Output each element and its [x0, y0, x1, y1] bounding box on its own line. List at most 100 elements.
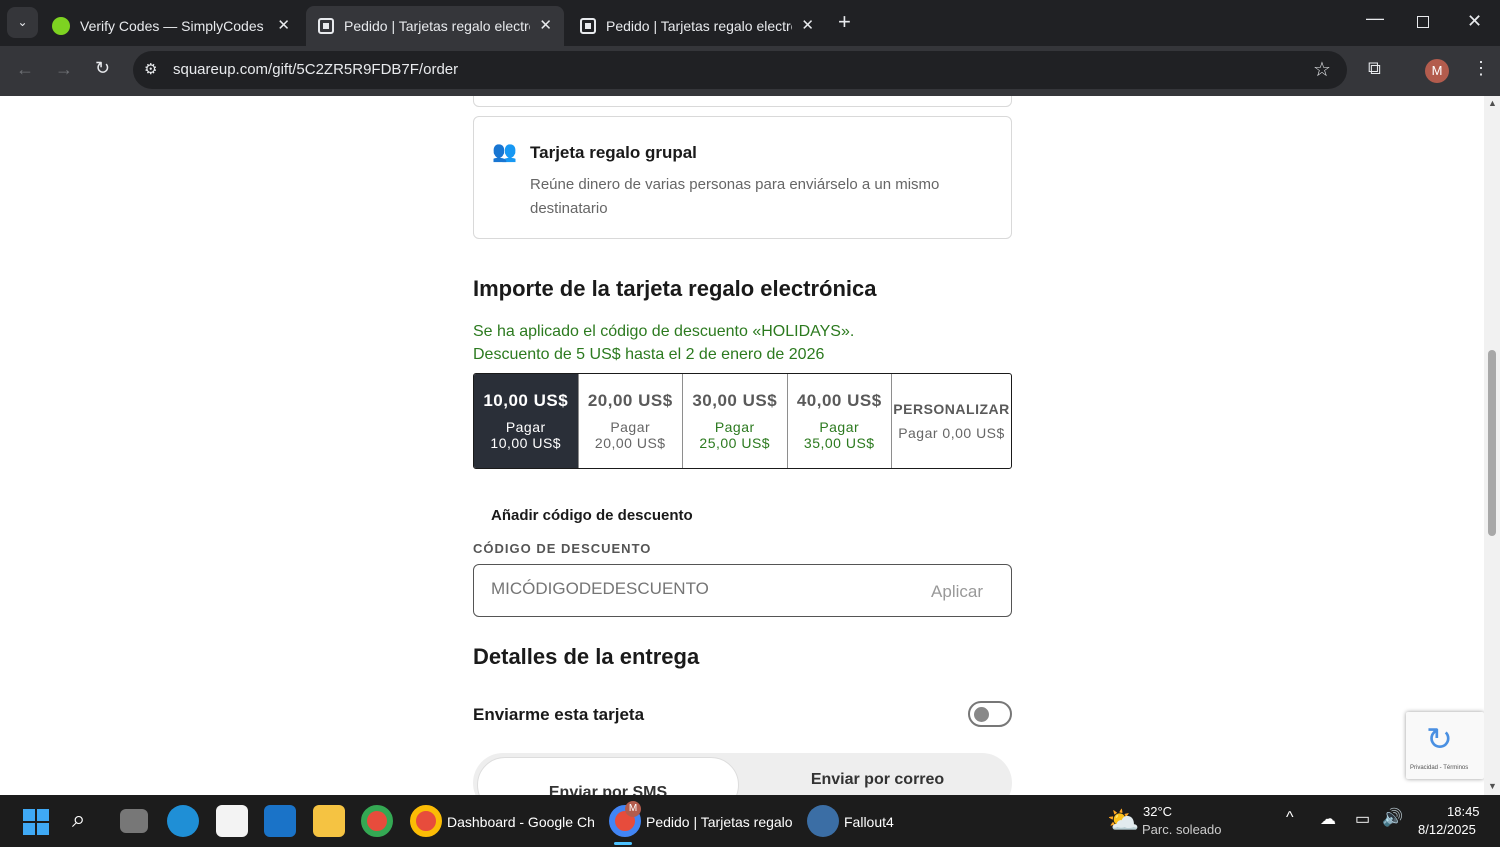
extensions-icon[interactable]: ⧉	[1368, 58, 1381, 79]
recaptcha-icon: ↻	[1426, 721, 1453, 757]
site-info-icon[interactable]: ⚙	[144, 60, 157, 78]
weather-temp: 32°C	[1143, 804, 1173, 819]
send-to-me-toggle[interactable]	[968, 701, 1012, 727]
bookmark-star-icon[interactable]: ☆	[1313, 57, 1331, 82]
amount-option-20[interactable]: 20,00 US$ Pagar 20,00 US$	[579, 374, 683, 468]
taskbar-app-pedido[interactable]: Pedido | Tarjetas regalo	[646, 814, 793, 830]
scroll-down-arrow-icon[interactable]: ▼	[1488, 781, 1497, 791]
recaptcha-badge[interactable]: ↻ Privacidad - Términos	[1406, 712, 1484, 779]
minimize-icon[interactable]: —	[1366, 8, 1384, 29]
amount-option-10[interactable]: 10,00 US$ Pagar 10,00 US$	[474, 374, 579, 468]
group-gift-card-option[interactable]: 👥 Tarjeta regalo grupal Reúne dinero de …	[473, 116, 1012, 239]
close-tab-icon[interactable]: ✕	[539, 16, 552, 34]
profile-badge: M	[625, 801, 641, 817]
new-tab-button[interactable]: +	[838, 9, 851, 35]
file-explorer-icon[interactable]	[313, 805, 345, 837]
microsoft-store-icon[interactable]	[216, 805, 248, 837]
add-discount-toggle[interactable]: Añadir código de descuento	[491, 507, 693, 524]
page-scrollbar[interactable]: ▲ ▼	[1484, 96, 1500, 795]
forward-icon[interactable]: →	[55, 59, 73, 80]
amount-value: 20,00 US$	[587, 391, 673, 410]
url-text: squareup.com/gift/5C2ZR5R9FDB7F/order	[173, 61, 459, 78]
tab-title: Pedido | Tarjetas regalo electrón	[606, 18, 792, 34]
pay-label: Pagar	[505, 419, 546, 435]
address-bar[interactable]: ⚙ squareup.com/gift/5C2ZR5R9FDB7F/order …	[133, 51, 1347, 89]
scroll-up-arrow-icon[interactable]: ▲	[1488, 98, 1497, 108]
amount-heading: Importe de la tarjeta regalo electrónica	[473, 276, 877, 301]
amount-value: 10,00 US$	[483, 391, 569, 410]
fallout4-icon[interactable]	[807, 805, 839, 837]
edge-browser-icon[interactable]	[167, 805, 199, 837]
amount-option-30[interactable]: 30,00 US$ Pagar 25,00 US$	[683, 374, 788, 468]
weather-desc: Parc. soleado	[1142, 822, 1222, 837]
delivery-heading: Detalles de la entrega	[473, 644, 700, 669]
profile-avatar[interactable]: M	[1425, 59, 1449, 83]
apply-button[interactable]: Aplicar	[931, 582, 983, 602]
amount-value: 40,00 US$	[796, 391, 882, 410]
cloud-offline-icon[interactable]: ☁	[1320, 809, 1336, 829]
simplycodes-favicon-icon	[52, 17, 70, 35]
pay-label: Pagar	[610, 419, 651, 435]
discount-validity-notice: Descuento de 5 US$ hasta el 2 de enero d…	[473, 346, 825, 363]
pay-amount: 35,00 US$	[803, 435, 875, 451]
reload-icon[interactable]: ↻	[95, 58, 110, 79]
pay-amount: 25,00 US$	[699, 435, 771, 451]
tab-verify-codes[interactable]: Verify Codes — SimplyCodes ✕	[40, 6, 302, 46]
chrome-icon[interactable]	[361, 805, 393, 837]
amount-selector: 10,00 US$ Pagar 10,00 US$ 20,00 US$ Paga…	[473, 373, 1012, 469]
recaptcha-links[interactable]: Privacidad - Términos	[1410, 765, 1468, 771]
send-sms-label: Enviar por SMS	[548, 784, 668, 795]
group-card-description: Reúne dinero de varias personas para env…	[530, 176, 940, 217]
delivery-method-selector: Enviar por SMS Enviar por correo	[473, 753, 1012, 795]
group-card-title: Tarjeta regalo grupal	[530, 143, 697, 162]
discount-applied-notice: Se ha aplicado el código de descuento «H…	[473, 323, 855, 340]
pay-label: Pagar	[819, 419, 860, 435]
amount-option-40[interactable]: 40,00 US$ Pagar 35,00 US$	[788, 374, 892, 468]
close-tab-icon[interactable]: ✕	[277, 16, 290, 34]
back-icon[interactable]: ←	[16, 59, 34, 80]
volume-icon[interactable]: 🔊	[1382, 808, 1403, 828]
tab-title: Pedido | Tarjetas regalo electrón	[344, 18, 530, 34]
clock-date[interactable]: 8/12/2025	[1418, 822, 1476, 837]
send-email-label: Enviar por correo	[810, 771, 945, 788]
tray-chevron-icon[interactable]: ^	[1286, 809, 1294, 827]
outlook-icon[interactable]	[264, 805, 296, 837]
restore-icon[interactable]	[1417, 16, 1429, 28]
tab-search-button[interactable]: ⌄	[7, 7, 38, 38]
send-to-me-label: Enviarme esta tarjeta	[473, 705, 645, 724]
close-tab-icon[interactable]: ✕	[801, 16, 814, 34]
discount-code-field[interactable]: Aplicar	[473, 564, 1012, 617]
amount-value: PERSONALIZAR	[893, 401, 1010, 417]
clock-time[interactable]: 18:45	[1447, 804, 1480, 819]
close-window-icon[interactable]: ✕	[1467, 11, 1482, 32]
browser-toolbar: ← → ↻ ⚙ squareup.com/gift/5C2ZR5R9FDB7F/…	[0, 46, 1500, 96]
search-icon[interactable]: ⌕	[72, 806, 85, 834]
send-email-tab[interactable]: Enviar por correo	[743, 771, 1012, 789]
weather-icon[interactable]: ⛅	[1107, 805, 1139, 836]
scrollbar-thumb[interactable]	[1488, 350, 1496, 536]
tab-pedido[interactable]: Pedido | Tarjetas regalo electrón ✕	[568, 6, 826, 46]
windows-start-icon[interactable]	[23, 809, 49, 835]
send-sms-tab[interactable]: Enviar por SMS	[477, 757, 739, 795]
menu-kebab-icon[interactable]: ⋮	[1472, 58, 1490, 79]
page-content: 👥 Tarjeta regalo grupal Reúne dinero de …	[0, 96, 1484, 795]
discount-code-input[interactable]	[491, 579, 891, 599]
tab-title: Verify Codes — SimplyCodes	[80, 18, 264, 34]
toggle-knob	[974, 707, 989, 722]
discount-code-label: CÓDIGO DE DESCUENTO	[473, 541, 652, 556]
browser-tab-bar: ⌄ Verify Codes — SimplyCodes ✕ Pedido | …	[0, 0, 1500, 46]
square-favicon-icon	[580, 18, 596, 34]
square-favicon-icon	[318, 18, 334, 34]
taskbar-app-dashboard[interactable]: Dashboard - Google Ch	[447, 814, 595, 830]
network-icon[interactable]: ▭	[1355, 809, 1370, 829]
group-people-icon: 👥	[492, 141, 517, 163]
taskbar-app-fallout4[interactable]: Fallout4	[844, 814, 894, 830]
chrome-dashboard-icon[interactable]	[410, 805, 442, 837]
pay-amount: 20,00 US$	[594, 435, 666, 451]
pay-amount: Pagar 0,00 US$	[898, 425, 1005, 441]
amount-option-custom[interactable]: PERSONALIZAR Pagar 0,00 US$	[892, 374, 1011, 468]
tab-pedido-active[interactable]: Pedido | Tarjetas regalo electrón ✕	[306, 6, 564, 46]
active-app-indicator	[614, 842, 632, 845]
task-view-icon[interactable]	[120, 809, 148, 833]
previous-option-card[interactable]	[473, 96, 1012, 107]
